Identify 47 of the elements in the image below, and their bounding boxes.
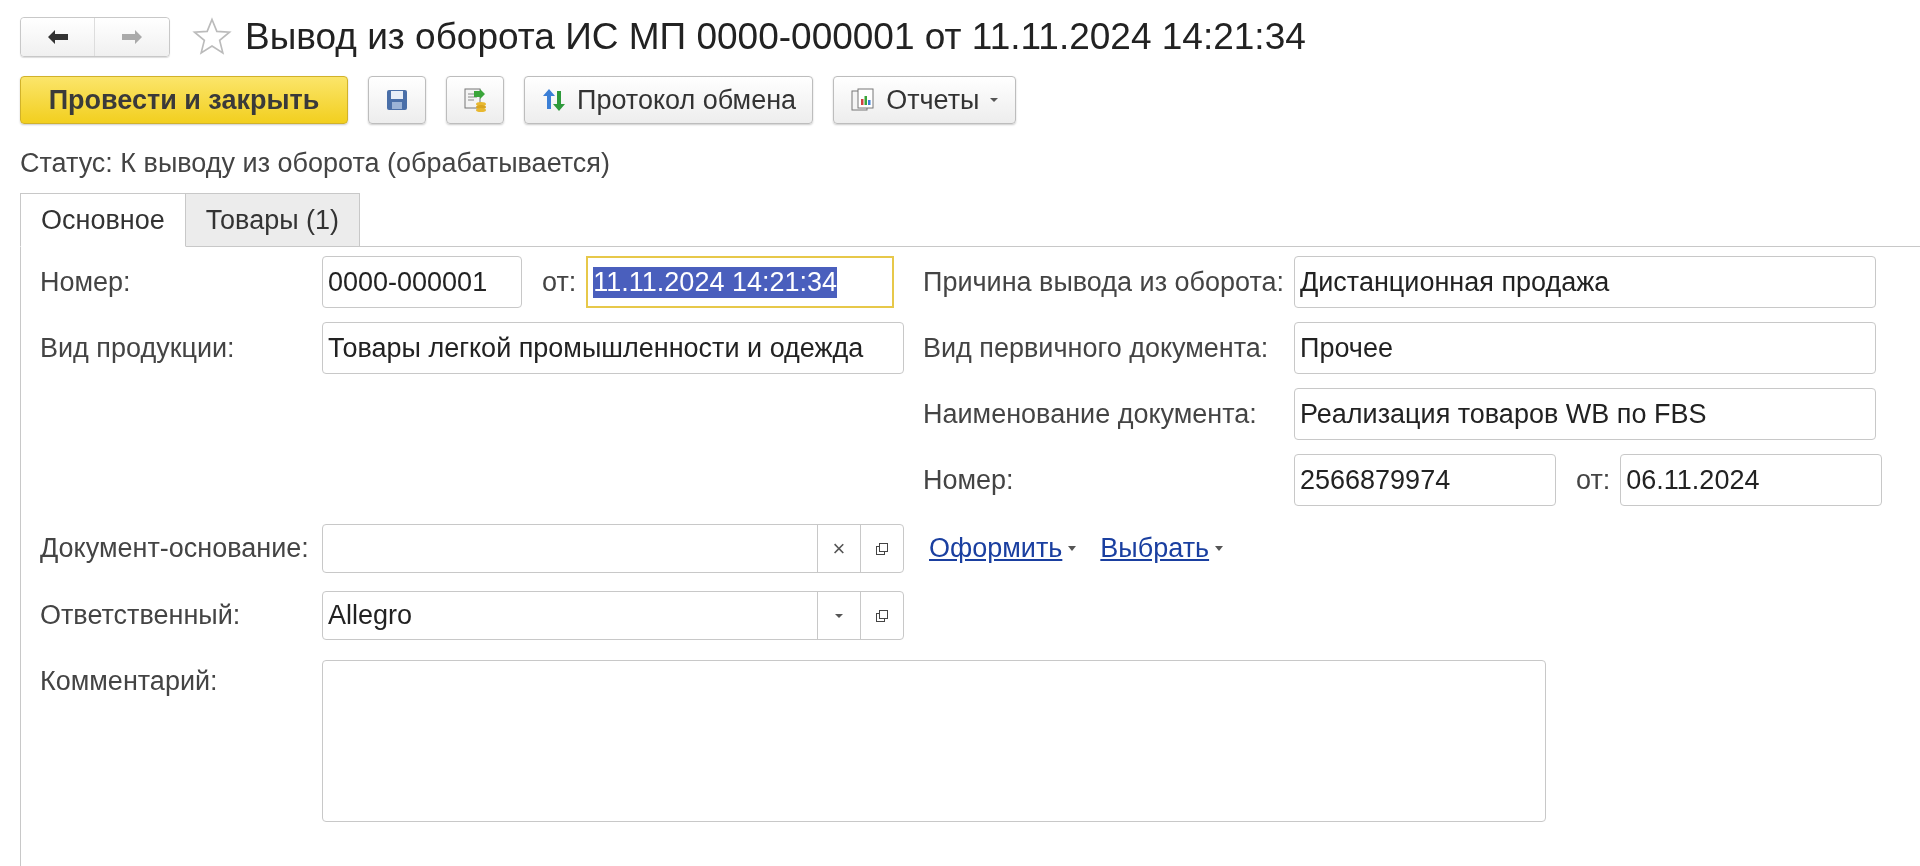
post-and-close-button[interactable]: Провести и закрыть <box>20 76 348 124</box>
field-label: Вид первичного документа: <box>923 332 1270 364</box>
open-window-icon <box>875 608 889 623</box>
field-label: от: <box>1576 464 1611 496</box>
field-label: Причина вывода из оборота: <box>923 266 1286 298</box>
basis-document-field[interactable]: × <box>322 524 904 573</box>
report-chart-icon <box>850 87 877 113</box>
field-label: Наименование документа: <box>923 398 1258 430</box>
field-label: Документ-основание: <box>40 533 310 564</box>
product-type-field[interactable]: Товары легкой промышленности и одежда <box>322 322 904 374</box>
dropdown-link[interactable]: Оформить <box>929 533 1077 564</box>
forward-arrow-icon <box>121 29 143 45</box>
back-arrow-icon <box>46 29 69 45</box>
star-icon[interactable] <box>192 17 232 57</box>
status-text: Статус: К выводу из оборота (обрабатывается) <box>19 147 611 179</box>
save-button[interactable] <box>368 76 426 124</box>
tab[interactable]: Основное <box>20 193 186 247</box>
document-coins-icon <box>462 87 488 113</box>
post-button[interactable] <box>446 76 504 124</box>
caret-icon <box>834 612 844 619</box>
comment-field[interactable] <box>322 660 1546 822</box>
exchange-log-button[interactable]: Протокол обмена <box>524 76 814 124</box>
input-field[interactable]: Реализация товаров WB по FBS <box>1294 388 1876 440</box>
responsible-field[interactable]: Allegro <box>322 591 904 640</box>
field-label: Ответственный: <box>40 600 242 631</box>
caret-icon <box>1215 546 1224 551</box>
window-title: Вывод из оборота ИС МП 0000-000001 от 11.11.2024 14:21:34 <box>245 16 1306 58</box>
dropdown-link[interactable]: Выбрать <box>1100 533 1224 564</box>
caret-icon <box>1068 546 1077 551</box>
back-button[interactable] <box>21 18 95 56</box>
input-field[interactable]: Прочее <box>1294 322 1876 374</box>
field-label: Комментарий: <box>40 666 219 697</box>
field-label: Номер: <box>923 464 1015 496</box>
number-field[interactable]: 2566879974 <box>1294 454 1556 506</box>
clear-button[interactable]: × <box>817 525 860 572</box>
number-field[interactable]: 0000-000001 <box>322 256 522 308</box>
open-window-icon <box>875 541 889 556</box>
up-down-arrows-icon <box>541 87 567 113</box>
reports-button[interactable]: Отчеты <box>833 76 1017 124</box>
field-label: Номер: <box>40 266 132 298</box>
tab[interactable]: Товары (1) <box>184 193 361 247</box>
save-icon <box>385 88 409 112</box>
date-field[interactable]: 11.11.2024 14:21:34 <box>586 256 895 308</box>
field-label: от: <box>542 266 577 298</box>
field-label: Вид продукции: <box>40 332 236 364</box>
input-field[interactable]: Дистанционная продажа <box>1294 256 1876 308</box>
date-field[interactable]: 06.11.2024 <box>1620 454 1883 506</box>
